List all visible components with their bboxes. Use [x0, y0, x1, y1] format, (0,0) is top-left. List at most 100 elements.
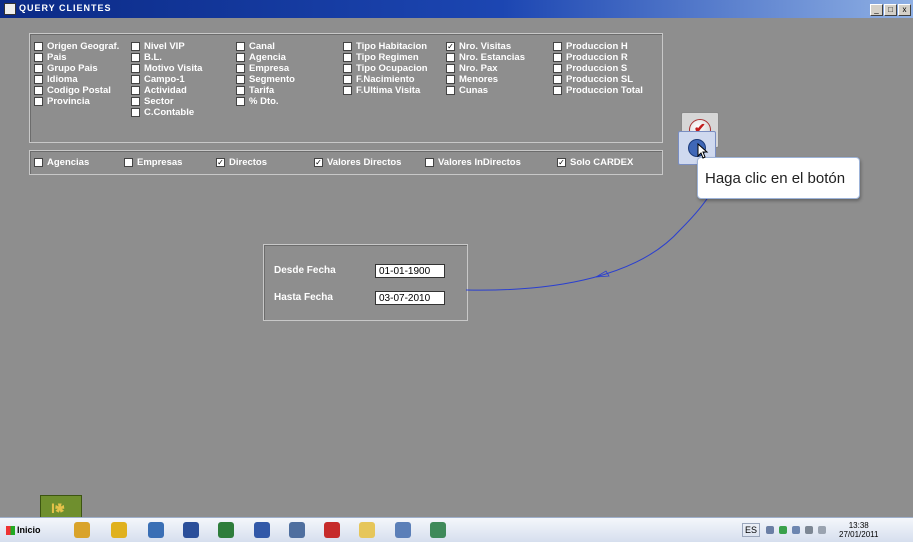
checkbox-box[interactable] — [236, 75, 245, 84]
start-button[interactable]: Inicio — [6, 522, 41, 538]
taskbar-app-button[interactable] — [424, 520, 452, 540]
taskbar-app-button[interactable] — [212, 520, 240, 540]
checkbox-box[interactable] — [553, 75, 562, 84]
field-checkbox[interactable]: Codigo Postal — [34, 85, 111, 96]
close-button[interactable]: x — [898, 4, 911, 16]
checkbox-box[interactable] — [34, 53, 43, 62]
field-checkbox[interactable]: C.Contable — [131, 107, 194, 118]
field-checkbox[interactable]: Produccion SL — [553, 74, 633, 85]
checkbox-box[interactable] — [343, 42, 352, 51]
filter-checkbox[interactable]: ✓ Solo CARDEX — [557, 157, 633, 168]
field-checkbox[interactable]: Pais — [34, 52, 67, 63]
field-checkbox[interactable]: Sector — [131, 96, 174, 107]
field-checkbox[interactable]: Provincia — [34, 96, 90, 107]
field-checkbox[interactable]: Segmento — [236, 74, 295, 85]
field-checkbox[interactable]: Canal — [236, 41, 275, 52]
checkbox-box[interactable] — [446, 75, 455, 84]
minimize-button[interactable]: _ — [870, 4, 883, 16]
checkbox-box[interactable]: ✓ — [557, 158, 566, 167]
field-checkbox[interactable]: Produccion R — [553, 52, 628, 63]
field-checkbox[interactable]: Tipo Habitacion — [343, 41, 427, 52]
checkbox-box[interactable] — [553, 86, 562, 95]
taskbar-app-button[interactable] — [353, 520, 381, 540]
hasta-fecha-input[interactable]: 03-07-2010 — [375, 291, 445, 305]
checkbox-box[interactable] — [34, 42, 43, 51]
checkbox-box[interactable] — [425, 158, 434, 167]
checkbox-box[interactable] — [553, 53, 562, 62]
field-checkbox[interactable]: B.L. — [131, 52, 162, 63]
checkbox-box[interactable] — [34, 158, 43, 167]
checkbox-box[interactable] — [343, 53, 352, 62]
field-checkbox[interactable]: Tipo Regimen — [343, 52, 419, 63]
field-checkbox[interactable]: Idioma — [34, 74, 78, 85]
filter-checkbox[interactable]: Empresas — [124, 157, 182, 168]
filter-checkbox[interactable]: ✓ Directos — [216, 157, 267, 168]
maximize-button[interactable]: □ — [884, 4, 897, 16]
taskbar-app-button[interactable] — [105, 520, 133, 540]
checkbox-box[interactable] — [131, 42, 140, 51]
checkbox-box[interactable] — [236, 64, 245, 73]
checkbox-box[interactable] — [236, 97, 245, 106]
field-checkbox[interactable]: Produccion S — [553, 63, 627, 74]
field-checkbox[interactable]: Origen Geograf. — [34, 41, 119, 52]
field-checkbox[interactable]: Tarifa — [236, 85, 274, 96]
field-checkbox[interactable]: Campo-1 — [131, 74, 185, 85]
checkbox-box[interactable] — [553, 64, 562, 73]
checkbox-box[interactable] — [446, 53, 455, 62]
field-checkbox[interactable]: % Dto. — [236, 96, 279, 107]
field-checkbox[interactable]: Actividad — [131, 85, 187, 96]
field-checkbox[interactable]: Cunas — [446, 85, 488, 96]
checkbox-box[interactable] — [553, 42, 562, 51]
filter-checkbox[interactable]: Valores InDirectos — [425, 157, 521, 168]
checkbox-box[interactable] — [131, 53, 140, 62]
checkbox-box[interactable] — [236, 86, 245, 95]
filter-checkbox[interactable]: ✓ Valores Directos — [314, 157, 401, 168]
field-checkbox[interactable]: Tipo Ocupacion — [343, 63, 428, 74]
field-checkbox[interactable]: Produccion H — [553, 41, 628, 52]
checkbox-box[interactable] — [131, 97, 140, 106]
checkbox-box[interactable] — [236, 42, 245, 51]
checkbox-box[interactable] — [343, 64, 352, 73]
field-checkbox[interactable]: Nro. Estancias — [446, 52, 525, 63]
taskbar-app-button[interactable] — [283, 520, 311, 540]
field-checkbox[interactable]: Produccion Total — [553, 85, 643, 96]
tray-app-icon[interactable] — [792, 526, 801, 534]
checkbox-box[interactable] — [131, 86, 140, 95]
taskbar-app-button[interactable] — [142, 520, 170, 540]
taskbar-app-button[interactable] — [389, 520, 417, 540]
checkbox-box[interactable] — [34, 86, 43, 95]
field-checkbox[interactable]: Menores — [446, 74, 498, 85]
taskbar-app-button[interactable] — [177, 520, 205, 540]
field-checkbox[interactable]: Motivo Visita — [131, 63, 202, 74]
filter-checkbox[interactable]: Agencias — [34, 157, 89, 168]
field-checkbox[interactable]: F.Nacimiento — [343, 74, 415, 85]
field-checkbox[interactable]: F.Ultima Visita — [343, 85, 420, 96]
volume-icon[interactable] — [818, 526, 827, 534]
checkbox-box[interactable] — [131, 64, 140, 73]
checkbox-box[interactable] — [343, 86, 352, 95]
checkbox-box[interactable] — [34, 64, 43, 73]
checkbox-box[interactable] — [446, 64, 455, 73]
tray-arrow-icon[interactable] — [766, 526, 775, 534]
field-checkbox[interactable]: Empresa — [236, 63, 289, 74]
taskbar-app-button[interactable] — [318, 520, 346, 540]
tray-network-icon[interactable] — [779, 526, 788, 534]
taskbar-app-button[interactable] — [68, 520, 96, 540]
checkbox-box[interactable] — [446, 86, 455, 95]
checkbox-box[interactable] — [236, 53, 245, 62]
field-checkbox[interactable]: Agencia — [236, 52, 286, 63]
checkbox-box[interactable] — [131, 108, 140, 117]
checkbox-box[interactable] — [124, 158, 133, 167]
taskbar-app-button[interactable] — [248, 520, 276, 540]
checkbox-box[interactable] — [34, 75, 43, 84]
language-indicator[interactable]: ES — [742, 523, 761, 537]
field-checkbox[interactable]: Nivel VIP — [131, 41, 185, 52]
checkbox-box[interactable]: ✓ — [216, 158, 225, 167]
field-checkbox[interactable]: Nro. Pax — [446, 63, 498, 74]
desde-fecha-input[interactable]: 01-01-1900 — [375, 264, 445, 278]
checkbox-box[interactable]: ✓ — [446, 42, 455, 51]
checkbox-box[interactable] — [34, 97, 43, 106]
tray-device-icon[interactable] — [805, 526, 814, 534]
checkbox-box[interactable] — [131, 75, 140, 84]
clock[interactable]: 13:38 27/01/2011 — [839, 521, 878, 539]
